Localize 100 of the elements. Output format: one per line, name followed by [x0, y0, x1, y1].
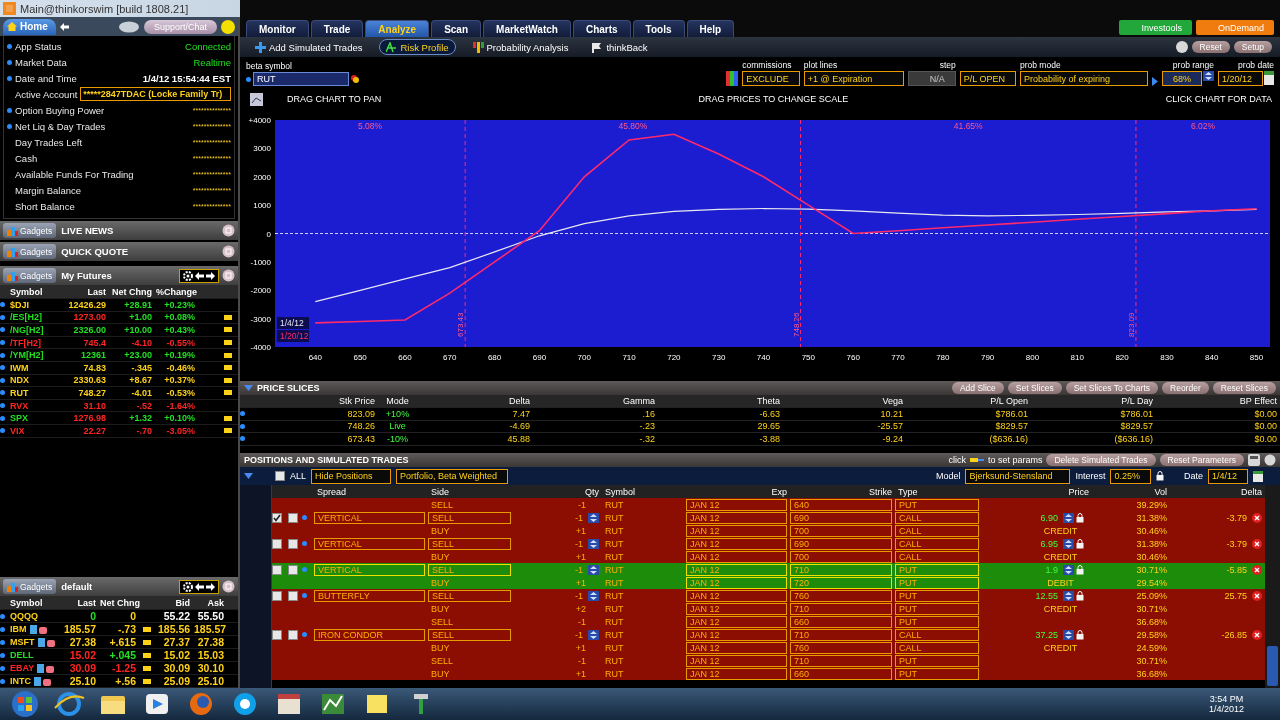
expiration-field[interactable]: JAN 12 [686, 628, 787, 641]
menu-tab[interactable]: Scan [431, 20, 482, 37]
remove-icon[interactable] [1252, 512, 1262, 523]
user-icon[interactable] [1175, 41, 1188, 53]
grouping-dropdown[interactable]: Portfolio, Beta Weighted [396, 468, 508, 484]
spinner-icon[interactable] [1063, 538, 1074, 549]
strike-field[interactable]: 700 [790, 524, 892, 537]
qty-field[interactable]: -1 [572, 538, 586, 549]
right-arrow-icon[interactable] [206, 582, 215, 591]
price-field[interactable]: 12.55 [1032, 590, 1061, 601]
left-arrow-icon[interactable] [195, 271, 204, 280]
chat-bubble-icon[interactable] [117, 20, 140, 33]
gadgets-button[interactable]: Gadgets [3, 579, 57, 594]
strike-field[interactable]: 710 [790, 628, 892, 641]
position-row[interactable]: BUY +2 RUT JAN 12 710 PUT CREDIT 30.71% [272, 602, 1265, 615]
position-row[interactable]: BUY +1 RUT JAN 12 700 CALL CREDIT 30.46% [272, 550, 1265, 563]
date-field[interactable]: 1/4/12 [1207, 468, 1248, 484]
positions-button[interactable]: Reset Parameters [1159, 454, 1244, 466]
column-header[interactable]: Exp [686, 486, 790, 497]
lock-icon[interactable] [1076, 629, 1084, 640]
strike-field[interactable]: 760 [790, 589, 892, 602]
gadgets-button[interactable]: Gadgets [3, 244, 57, 259]
menu-tab[interactable]: Analyze [365, 20, 430, 37]
position-row[interactable]: BUY +1 RUT JAN 12 660 PUT 36.68% [272, 667, 1265, 680]
service-button[interactable]: Investools [1119, 20, 1192, 35]
spinner-icon[interactable] [1063, 512, 1074, 523]
side-field[interactable]: SELL [428, 511, 511, 524]
left-arrow-icon[interactable] [195, 582, 204, 591]
column-header[interactable]: %Change [154, 286, 197, 297]
qty-field[interactable]: -1 [572, 590, 586, 601]
position-row[interactable]: VERTICAL SELL -1 RUT JAN 12 710 PUT 1.9 30.71% -5.85 [272, 563, 1265, 576]
type-field[interactable]: CALL [895, 641, 979, 654]
menu-tab[interactable]: Charts [572, 20, 631, 37]
expiration-field[interactable]: JAN 12 [686, 511, 787, 524]
column-header[interactable]: Delta [1170, 486, 1265, 497]
spinner-icon[interactable] [1063, 629, 1074, 640]
slice-button[interactable]: Set Slices [1007, 382, 1062, 394]
calculator-icon[interactable] [1248, 454, 1260, 466]
checkbox[interactable] [288, 629, 298, 640]
column-header[interactable]: Last [60, 597, 98, 608]
sub-tab[interactable]: Probability Analysis [465, 39, 576, 55]
column-header[interactable]: Ask [192, 597, 226, 608]
toolbar-button[interactable]: Reset [1191, 41, 1230, 53]
view-dropdown[interactable]: Hide Positions [311, 468, 391, 484]
checkbox[interactable] [275, 471, 285, 481]
type-field[interactable]: PUT [895, 615, 979, 628]
right-arrow-icon[interactable] [206, 271, 215, 280]
position-row[interactable]: BUY +1 RUT JAN 12 700 CALL CREDIT 30.46% [272, 524, 1265, 537]
strike-field[interactable]: 660 [790, 667, 892, 680]
expiration-field[interactable]: JAN 12 [686, 654, 787, 667]
home-tab[interactable]: Home [3, 18, 56, 35]
position-row[interactable]: BUTTERFLY SELL -1 RUT JAN 12 760 PUT 12.55 25.09% 25.75 [272, 589, 1265, 602]
menu-tab[interactable]: Help [686, 20, 735, 37]
type-field[interactable]: CALL [895, 524, 979, 537]
checkbox[interactable] [272, 538, 282, 549]
spinner-icon[interactable] [588, 538, 599, 549]
collapse-icon[interactable] [244, 473, 253, 479]
checkbox[interactable] [288, 564, 298, 575]
lock-icon[interactable] [1076, 538, 1084, 549]
type-field[interactable]: PUT [895, 589, 979, 602]
settings-icon[interactable] [1264, 454, 1276, 466]
strike-field[interactable]: 760 [790, 641, 892, 654]
column-header[interactable]: Strike [790, 486, 895, 497]
column-header[interactable]: Net Chng [108, 286, 154, 297]
strike-field[interactable]: 660 [790, 615, 892, 628]
spread-field[interactable]: VERTICAL [314, 511, 425, 524]
position-row[interactable]: SELL -1 RUT JAN 12 640 PUT 39.29% [272, 498, 1265, 511]
price-field[interactable]: 1.9 [1042, 564, 1061, 575]
expiration-field[interactable]: JAN 12 [686, 524, 787, 537]
expiration-field[interactable]: JAN 12 [686, 550, 787, 563]
spinner-icon[interactable] [588, 564, 599, 575]
close-icon[interactable] [222, 269, 235, 282]
spread-field[interactable]: IRON CONDOR [314, 628, 425, 641]
collapse-icon[interactable] [244, 385, 253, 391]
menu-tab[interactable]: MarketWatch [483, 20, 571, 37]
position-row[interactable]: IRON CONDOR SELL -1 RUT JAN 12 710 CALL 37.25 29.58% -26.85 [272, 628, 1265, 641]
expiration-field[interactable]: JAN 12 [686, 667, 787, 680]
alert-icons[interactable] [37, 637, 55, 647]
column-header[interactable]: Symbol [8, 286, 62, 297]
price-field[interactable]: 6.95 [1037, 538, 1061, 549]
gadgets-button[interactable]: Gadgets [3, 268, 57, 283]
spinner-icon[interactable] [1063, 564, 1074, 575]
sub-tab[interactable]: Add Simulated Trades [248, 39, 370, 55]
prob-mode-dropdown[interactable]: Probability of expiring [1019, 71, 1148, 86]
spread-field[interactable]: VERTICAL [314, 537, 425, 550]
column-header[interactable]: Vol [1092, 486, 1170, 497]
checkbox[interactable] [288, 538, 298, 549]
checkbox[interactable] [272, 564, 282, 575]
position-row[interactable]: BUY +1 RUT JAN 12 760 CALL CREDIT 24.59% [272, 641, 1265, 654]
spinner-icon[interactable] [588, 512, 599, 523]
menu-tab[interactable]: Monitor [246, 20, 309, 37]
pl-mode-dropdown[interactable]: P/L OPEN [959, 71, 1016, 86]
column-header[interactable]: Side [428, 486, 514, 497]
slice-button[interactable]: Add Slice [951, 382, 1004, 394]
expiration-field[interactable]: JAN 12 [686, 615, 787, 628]
sub-tab[interactable]: thinkBack [585, 39, 655, 55]
settings-icon[interactable] [183, 581, 193, 592]
price-field[interactable]: 37.25 [1032, 629, 1061, 640]
gadgets-button[interactable]: Gadgets [3, 223, 57, 238]
remove-icon[interactable] [1252, 629, 1262, 640]
